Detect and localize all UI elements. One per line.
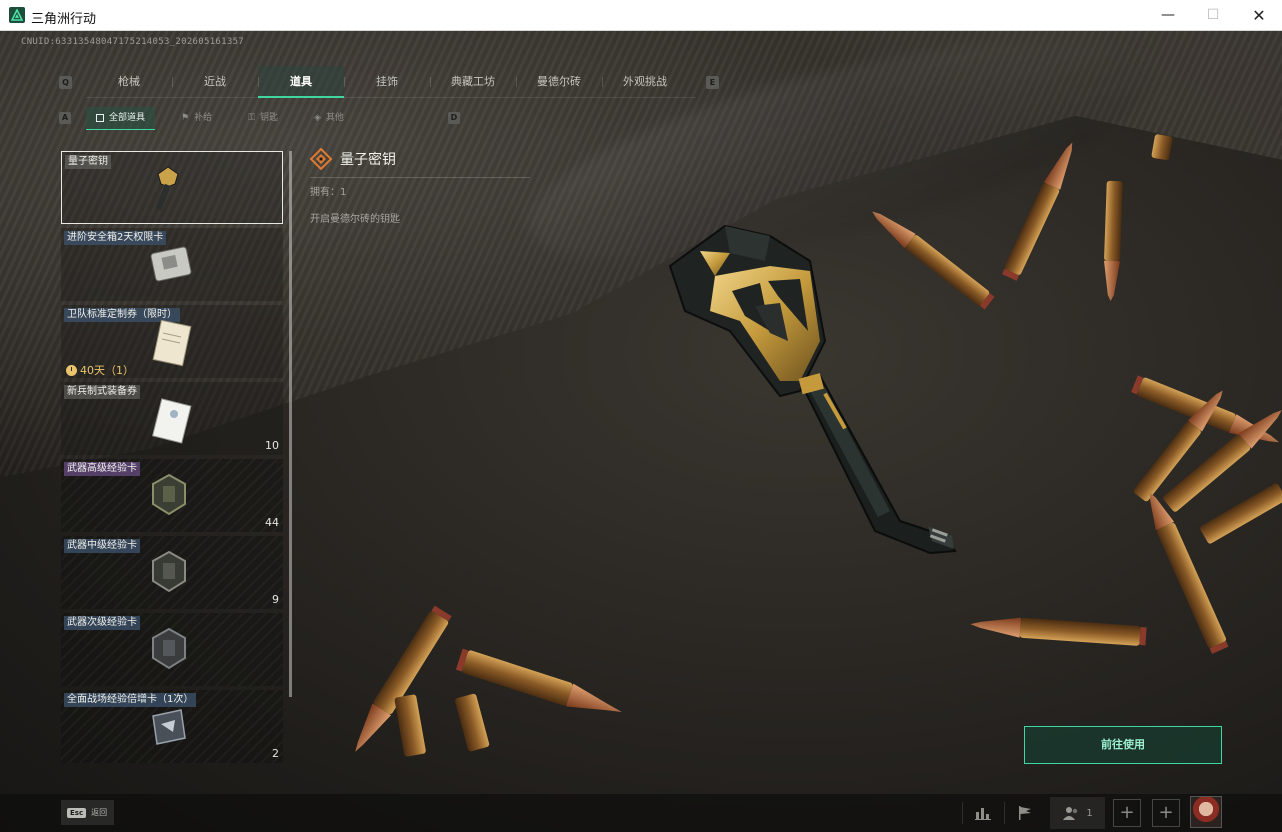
item-count: 2	[272, 747, 279, 760]
tab-collection-workshop[interactable]: 典藏工坊	[430, 66, 516, 98]
player-avatar[interactable]	[1190, 796, 1222, 828]
item-detail-panel: 量子密钥 拥有：1 开启曼德尔砖的钥匙	[310, 148, 545, 225]
item-name: 武器高级经验卡	[64, 462, 140, 476]
tab-items[interactable]: 道具	[258, 66, 344, 98]
minimize-button[interactable]: —	[1145, 0, 1191, 31]
detail-description: 开启曼德尔砖的钥匙	[310, 214, 400, 225]
bottom-bar-divider	[962, 802, 963, 824]
item-list: 量子密钥 进阶安全箱2天权限卡 卫队标准定制券（限时） 新兵制式装备券 10 武…	[61, 151, 283, 767]
voucher-thumbnail-icon	[152, 319, 192, 367]
flag-icon[interactable]	[1008, 797, 1042, 829]
uid-label: CNUID:63313548047175214053_202605161357	[21, 37, 245, 47]
subtab-all-items[interactable]: 全部道具	[86, 107, 156, 130]
item-name: 量子密钥	[65, 155, 111, 169]
item-recruit-voucher[interactable]: 新兵制式装备券 10	[61, 382, 283, 455]
exp-card-thumbnail-icon	[152, 627, 186, 670]
bottom-bar: Esc 返回 1 + +	[0, 794, 1282, 832]
key-icon: ⚿	[248, 113, 255, 123]
tab-appearance-challenge[interactable]: 外观挑战	[602, 66, 688, 98]
item-name: 新兵制式装备券	[64, 385, 140, 399]
sub-filter-tabs: 全部道具 ⚑ 补给 ⚿ 钥匙 ◈ 其他	[86, 107, 370, 130]
esc-key-hint: Esc	[67, 807, 87, 818]
item-weapon-exp-card-advanced[interactable]: 武器高级经验卡 44	[61, 459, 283, 532]
key-category-icon	[310, 148, 332, 170]
back-button-label: 返回	[91, 808, 108, 817]
bar-chart-icon[interactable]	[966, 797, 1000, 829]
exp-multiplier-thumbnail-icon	[152, 709, 186, 745]
quantum-key-thumbnail-icon	[155, 166, 179, 211]
subtab-other[interactable]: ◈ 其他	[304, 107, 354, 130]
subtab-all-items-label: 全部道具	[109, 112, 146, 123]
exp-card-thumbnail-icon	[152, 473, 186, 516]
item-battlefield-exp-multiplier[interactable]: 全面战场经验倍增卡（1次） 2	[61, 690, 283, 763]
detail-title: 量子密钥	[340, 152, 396, 168]
item-timer-label: 40天（1）	[80, 364, 134, 377]
game-viewport: CNUID:63313548047175214053_202605161357 …	[0, 31, 1282, 832]
add-teammate-button[interactable]: +	[1113, 799, 1141, 827]
voucher-thumbnail-icon	[152, 398, 192, 444]
window-title: 三角洲行动	[31, 12, 97, 27]
add-teammate-button[interactable]: +	[1152, 799, 1180, 827]
tab-next-key-hint[interactable]: E	[706, 76, 719, 89]
subtab-prev-key-hint[interactable]: A	[59, 112, 71, 124]
item-weapon-exp-card-mid[interactable]: 武器中级经验卡 9	[61, 536, 283, 609]
friends-count: 1	[1086, 807, 1093, 819]
supply-icon: ⚑	[181, 113, 190, 123]
tab-firearms[interactable]: 枪械	[86, 66, 172, 98]
tab-melee[interactable]: 近战	[172, 66, 258, 98]
other-icon: ◈	[313, 113, 321, 123]
tab-prev-key-hint[interactable]: Q	[59, 76, 72, 89]
subtab-keys-label: 钥匙	[259, 113, 278, 123]
go-use-button[interactable]: 前往使用	[1024, 726, 1222, 764]
subtab-keys[interactable]: ⚿ 钥匙	[238, 107, 288, 130]
grid-icon	[96, 114, 104, 122]
item-count: 44	[265, 516, 279, 529]
detail-divider	[310, 177, 530, 178]
item-count: 10	[265, 439, 279, 452]
category-tabs: 枪械 近战 道具 挂饰 典藏工坊 曼德尔砖 外观挑战	[86, 66, 696, 98]
subtab-supply[interactable]: ⚑ 补给	[171, 107, 222, 130]
item-list-scrollbar[interactable]	[289, 151, 292, 697]
item-list-scrollbar-thumb[interactable]	[289, 151, 292, 697]
exp-card-thumbnail-icon	[152, 550, 186, 593]
subtab-other-label: 其他	[325, 113, 344, 123]
friends-button[interactable]: 1	[1050, 797, 1105, 829]
item-name: 武器中级经验卡	[64, 539, 140, 553]
item-count: 9	[272, 593, 279, 606]
item-safebox-card[interactable]: 进阶安全箱2天权限卡	[61, 228, 283, 301]
item-timer: 40天（1）	[66, 362, 134, 378]
detail-owned-count: 拥有：1	[310, 187, 347, 198]
item-name: 武器次级经验卡	[64, 616, 140, 630]
delta-force-logo-icon	[9, 7, 25, 23]
access-card-thumbnail-icon	[150, 246, 192, 282]
window-titlebar: 三角洲行动 — ☐ ✕	[0, 0, 1282, 31]
item-quantum-key[interactable]: 量子密钥	[61, 151, 283, 224]
maximize-button[interactable]: ☐	[1190, 0, 1236, 31]
bottom-bar-divider	[1004, 802, 1005, 824]
back-button[interactable]: Esc 返回	[61, 800, 114, 825]
detail-title-row: 量子密钥	[310, 148, 545, 170]
tab-charms[interactable]: 挂饰	[344, 66, 430, 98]
close-button[interactable]: ✕	[1236, 0, 1282, 31]
subtab-next-key-hint[interactable]: D	[448, 112, 460, 124]
quantum-key-showcase	[668, 224, 957, 555]
subtab-supply-label: 补给	[194, 113, 213, 123]
friends-icon	[1063, 807, 1078, 820]
item-weapon-exp-card-basic[interactable]: 武器次级经验卡	[61, 613, 283, 686]
tab-mandel-brick[interactable]: 曼德尔砖	[516, 66, 602, 98]
clock-icon	[66, 364, 77, 376]
